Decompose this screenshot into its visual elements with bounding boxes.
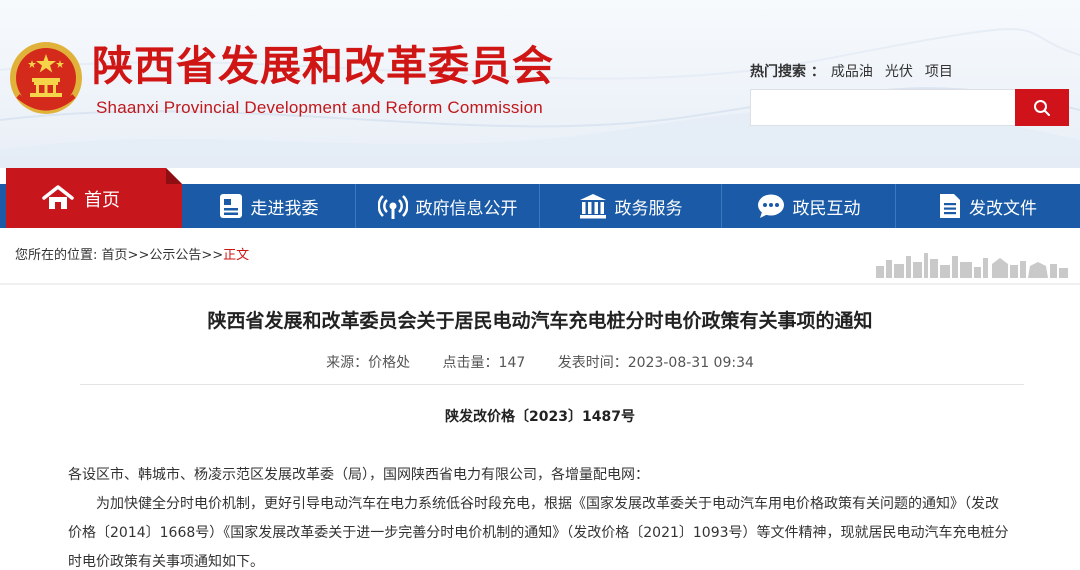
article-meta: 来源：价格处 点击量：147 发表时间：2023-08-31 09:34: [0, 352, 1080, 372]
nav-item-label: 政务服务: [614, 198, 683, 219]
hot-search-link[interactable]: 成品油: [831, 64, 873, 80]
nav-item-label: 政府信息公开: [415, 198, 518, 219]
site-title: 陕西省发展和改革委员会: [92, 42, 554, 90]
breadcrumb-link[interactable]: 公示公告: [149, 248, 201, 263]
breadcrumb-prefix: 您所在的位置:: [15, 248, 98, 263]
search-input[interactable]: [750, 89, 1016, 126]
site-subtitle: Shaanxi Provincial Development and Refor…: [96, 98, 543, 117]
nav-item-label: 发改文件: [969, 198, 1037, 219]
broadcast-icon: [377, 192, 408, 220]
hot-search-label: 热门搜索 ：: [750, 64, 825, 80]
breadcrumb-separator: >>: [201, 248, 224, 263]
hot-search: 热门搜索 ： 成品油 光伏 项目: [750, 61, 953, 81]
article-title: 陕西省发展和改革委员会关于居民电动汽车充电桩分时电价政策有关事项的通知: [207, 310, 873, 332]
site-header: 陕西省发展和改革委员会 Shaanxi Provincial Developme…: [0, 0, 1080, 168]
main-nav: 首页 走进我委 政府信息公开 政务服务 政民互动 发改文件: [0, 168, 1080, 228]
article-paragraph: 为加快健全分时电价机制，更好引导电动汽车在电力系统低谷时段充电，根据《国家发展改…: [68, 496, 1009, 570]
nav-item-services[interactable]: 政务服务: [540, 184, 722, 228]
breadcrumb-link[interactable]: 首页: [102, 248, 128, 263]
article-recipients: 各设区市、韩城市、杨凌示范区发展改革委（局），国网陕西省电力有限公司，各增量配电…: [68, 467, 649, 483]
building-icon: [579, 193, 607, 219]
nav-home-label: 首页: [84, 190, 120, 211]
breadcrumb-current: 正文: [223, 248, 250, 263]
search-icon: [1034, 99, 1050, 116]
hot-search-link[interactable]: 光伏: [885, 64, 913, 80]
article-published: 发表时间：2023-08-31 09:34: [557, 355, 754, 371]
nav-home-tab[interactable]: 首页: [6, 168, 182, 228]
nav-item-gov-info[interactable]: 政府信息公开: [356, 184, 540, 228]
national-emblem-logo: [10, 42, 82, 114]
breadcrumb: 您所在的位置: 首页>>公示公告>>正文: [15, 244, 249, 263]
breadcrumb-area: 您所在的位置: 首页>>公示公告>>正文: [0, 228, 1080, 284]
file-icon: [939, 193, 961, 219]
article-body: 各设区市、韩城市、杨凌示范区发展改革委（局），国网陕西省电力有限公司，各增量配电…: [68, 461, 1012, 570]
article-hits: 点击量：147: [442, 355, 526, 371]
breadcrumb-separator: >>: [127, 248, 150, 263]
nav-item-label: 走进我委: [250, 198, 319, 219]
section-divider: [0, 283, 1080, 285]
article-divider: [80, 384, 1024, 385]
city-skyline-decoration: [876, 253, 1068, 278]
hot-search-link[interactable]: 项目: [925, 64, 953, 80]
nav-item-interaction[interactable]: 政民互动: [722, 184, 896, 228]
nav-item-label: 政民互动: [792, 198, 861, 219]
nav-item-documents[interactable]: 发改文件: [896, 184, 1080, 228]
nav-item-about[interactable]: 走进我委: [182, 184, 356, 228]
home-icon: [42, 185, 74, 209]
article-source: 来源：价格处: [326, 355, 411, 371]
document-number: 陕发改价格〔2023〕1487号: [445, 409, 635, 425]
document-icon: [219, 193, 243, 219]
chat-icon: [757, 193, 785, 219]
search-button[interactable]: [1015, 89, 1069, 126]
